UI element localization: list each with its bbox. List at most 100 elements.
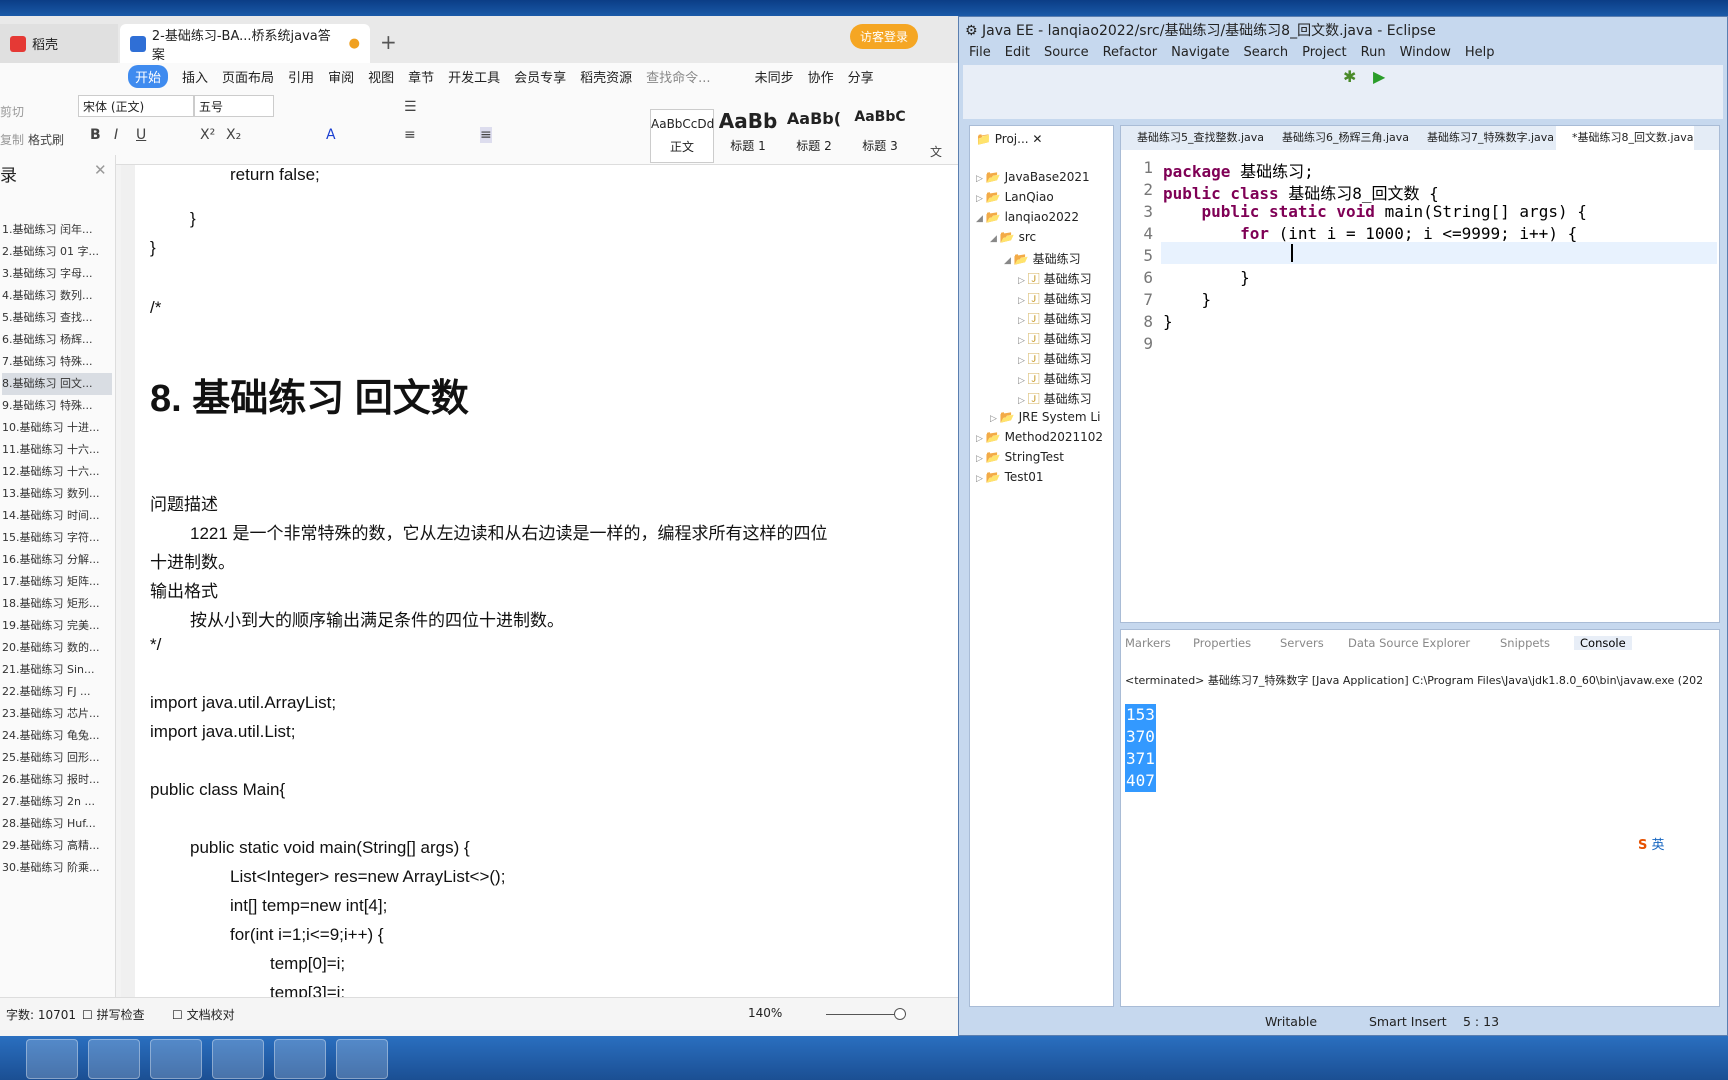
close-icon[interactable]: ✕ — [94, 161, 107, 179]
ribbon-tab-references[interactable]: 引用 — [288, 67, 314, 86]
expand-arrow-icon[interactable]: ▷ — [976, 174, 986, 184]
tree-item[interactable]: ◢ 📂 基础练习 — [1004, 250, 1081, 267]
zoom-slider-handle[interactable] — [894, 1008, 906, 1020]
menu-help[interactable]: Help — [1465, 45, 1495, 65]
menu-file[interactable]: File — [969, 45, 991, 65]
nav-item[interactable]: 1.基础练习 闰年... — [2, 219, 112, 241]
nav-item[interactable]: 6.基础练习 杨辉... — [2, 329, 112, 351]
tree-item[interactable]: ▷ 📂 JavaBase2021 — [976, 170, 1090, 184]
menu-source[interactable]: Source — [1044, 45, 1089, 65]
debug-icon[interactable]: ✱ — [1343, 67, 1356, 86]
style-heading-3[interactable]: AaBbC 标题 3 — [848, 109, 912, 163]
console-tab-properties[interactable]: Properties — [1193, 636, 1251, 650]
code-line[interactable]: package 基础练习; — [1163, 158, 1314, 182]
expand-arrow-icon[interactable]: ▷ — [1018, 316, 1028, 326]
font-select[interactable]: 宋体 (正文) — [78, 95, 194, 117]
style-normal[interactable]: AaBbCcDd 正文 — [650, 109, 714, 163]
tree-item[interactable]: ◢ 📂 lanqiao2022 — [976, 210, 1079, 224]
underline-button[interactable]: U — [136, 127, 146, 143]
nav-item[interactable]: 12.基础练习 十六... — [2, 461, 112, 483]
tree-item[interactable]: ▷ 📂 JRE System Li — [990, 410, 1100, 424]
collab-button[interactable]: 协作 — [808, 67, 834, 86]
ribbon-tab-layout[interactable]: 页面布局 — [222, 67, 274, 86]
menu-refactor[interactable]: Refactor — [1103, 45, 1158, 65]
nav-item[interactable]: 16.基础练习 分解... — [2, 549, 112, 571]
nav-item[interactable]: 15.基础练习 字符... — [2, 527, 112, 549]
nav-item[interactable]: 19.基础练习 完美... — [2, 615, 112, 637]
app-taskbar-icon[interactable] — [336, 1039, 388, 1079]
ribbon-tab-view[interactable]: 视图 — [368, 67, 394, 86]
nav-item[interactable]: 20.基础练习 数的... — [2, 637, 112, 659]
login-button[interactable]: 访客登录 — [850, 24, 919, 49]
menu-search[interactable]: Search — [1243, 45, 1288, 65]
console-tab-data-source-explorer[interactable]: Data Source Explorer — [1348, 636, 1470, 650]
bullets-icon[interactable]: ☰ — [404, 99, 417, 115]
nav-item[interactable]: 29.基础练习 高精... — [2, 835, 112, 857]
nav-item[interactable]: 3.基础练习 字母... — [2, 263, 112, 285]
document-page[interactable]: return false;}} /* 8. 基础练习 回文数 问题描述 1221 是一个… — [135, 165, 958, 1005]
nav-item[interactable]: 10.基础练习 十进... — [2, 417, 112, 439]
tree-item[interactable]: ▷ 🄹 基础练习 — [1018, 370, 1092, 387]
expand-arrow-icon[interactable]: ▷ — [976, 454, 986, 464]
nav-item[interactable]: 5.基础练习 查找... — [2, 307, 112, 329]
tree-item[interactable]: ▷ 🄹 基础练习 — [1018, 390, 1092, 407]
ribbon-tab-chapter[interactable]: 章节 — [408, 67, 434, 86]
tree-item[interactable]: ▷ 🄹 基础练习 — [1018, 350, 1092, 367]
expand-arrow-icon[interactable]: ▷ — [990, 414, 1000, 424]
spell-check-button[interactable]: ☐ 拼写检查 — [82, 1006, 145, 1023]
console-output-line[interactable]: 407 — [1125, 770, 1156, 792]
justify-icon[interactable]: ≡ — [480, 127, 492, 143]
expand-arrow-icon[interactable]: ◢ — [990, 234, 1000, 244]
nav-item[interactable]: 23.基础练习 芯片... — [2, 703, 112, 725]
menu-run[interactable]: Run — [1361, 45, 1386, 65]
bold-button[interactable]: B — [90, 127, 101, 143]
nav-item[interactable]: 13.基础练习 数列... — [2, 483, 112, 505]
ribbon-tab-home[interactable]: 开始 — [128, 64, 169, 88]
expand-arrow-icon[interactable]: ▷ — [976, 194, 986, 204]
expand-arrow-icon[interactable]: ◢ — [976, 214, 986, 224]
style-heading-1[interactable]: AaBb 标题 1 — [716, 109, 780, 163]
console-tab-servers[interactable]: Servers — [1280, 636, 1324, 650]
code-line[interactable]: for (int i = 1000; i <=9999; i++) { — [1163, 224, 1577, 243]
new-tab-button[interactable]: + — [380, 30, 397, 54]
style-heading-2[interactable]: AaBb(标题 2 — [782, 109, 846, 163]
nav-item[interactable]: 22.基础练习 FJ ... — [2, 681, 112, 703]
editor-tab[interactable]: 基础练习7_特殊数字.java — [1411, 126, 1554, 150]
command-search[interactable]: 查找命令... — [646, 67, 710, 86]
code-line[interactable]: public class 基础练习8_回文数 { — [1163, 180, 1439, 204]
ribbon-tab-insert[interactable]: 插入 — [182, 67, 208, 86]
project-explorer-tab[interactable]: 📁 Proj... ✕ — [976, 132, 1042, 146]
subscript-button[interactable]: X₂ — [226, 127, 241, 143]
proofread-button[interactable]: ☐ 文档校对 — [172, 1006, 235, 1023]
tree-item[interactable]: ▷ 🄹 基础练习 — [1018, 270, 1092, 287]
nav-item[interactable]: 28.基础练习 Huf... — [2, 813, 112, 835]
chrome-taskbar-icon[interactable] — [26, 1039, 78, 1079]
run-icon[interactable]: ▶ — [1373, 67, 1385, 86]
nav-item[interactable]: 14.基础练习 时间... — [2, 505, 112, 527]
expand-arrow-icon[interactable]: ▷ — [1018, 356, 1028, 366]
nav-item[interactable]: 11.基础练习 十六... — [2, 439, 112, 461]
code-line[interactable]: } — [1163, 290, 1212, 309]
eclipse-taskbar-icon[interactable] — [88, 1039, 140, 1079]
code-line[interactable]: } — [1163, 312, 1173, 331]
tree-item[interactable]: ▷ 📂 StringTest — [976, 450, 1064, 464]
console-output-line[interactable]: 370 — [1125, 726, 1156, 748]
tree-item[interactable]: ▷ 📂 LanQiao — [976, 190, 1054, 204]
expand-arrow-icon[interactable]: ◢ — [1004, 256, 1014, 266]
tree-item[interactable]: ◢ 📂 src — [990, 230, 1036, 244]
tree-item[interactable]: ▷ 🄹 基础练习 — [1018, 290, 1092, 307]
font-size-select[interactable]: 五号 — [194, 95, 274, 117]
editor-tab[interactable]: 基础练习6_杨辉三角.java — [1266, 126, 1409, 150]
expand-arrow-icon[interactable]: ▷ — [1018, 296, 1028, 306]
expand-arrow-icon[interactable]: ▷ — [976, 434, 986, 444]
nav-item[interactable]: 26.基础练习 报时... — [2, 769, 112, 791]
wps-taskbar-icon[interactable] — [274, 1039, 326, 1079]
console-tab-console[interactable]: Console — [1574, 636, 1632, 650]
editor-tab[interactable]: *基础练习8_回文数.java — [1556, 126, 1694, 150]
console-tab-snippets[interactable]: Snippets — [1500, 636, 1550, 650]
italic-button[interactable]: I — [114, 127, 118, 143]
menu-project[interactable]: Project — [1302, 45, 1346, 65]
cut-button[interactable]: 剪切 — [0, 103, 24, 120]
console-output-line[interactable]: 371 — [1125, 748, 1156, 770]
ribbon-tab-member[interactable]: 会员专享 — [514, 67, 566, 86]
